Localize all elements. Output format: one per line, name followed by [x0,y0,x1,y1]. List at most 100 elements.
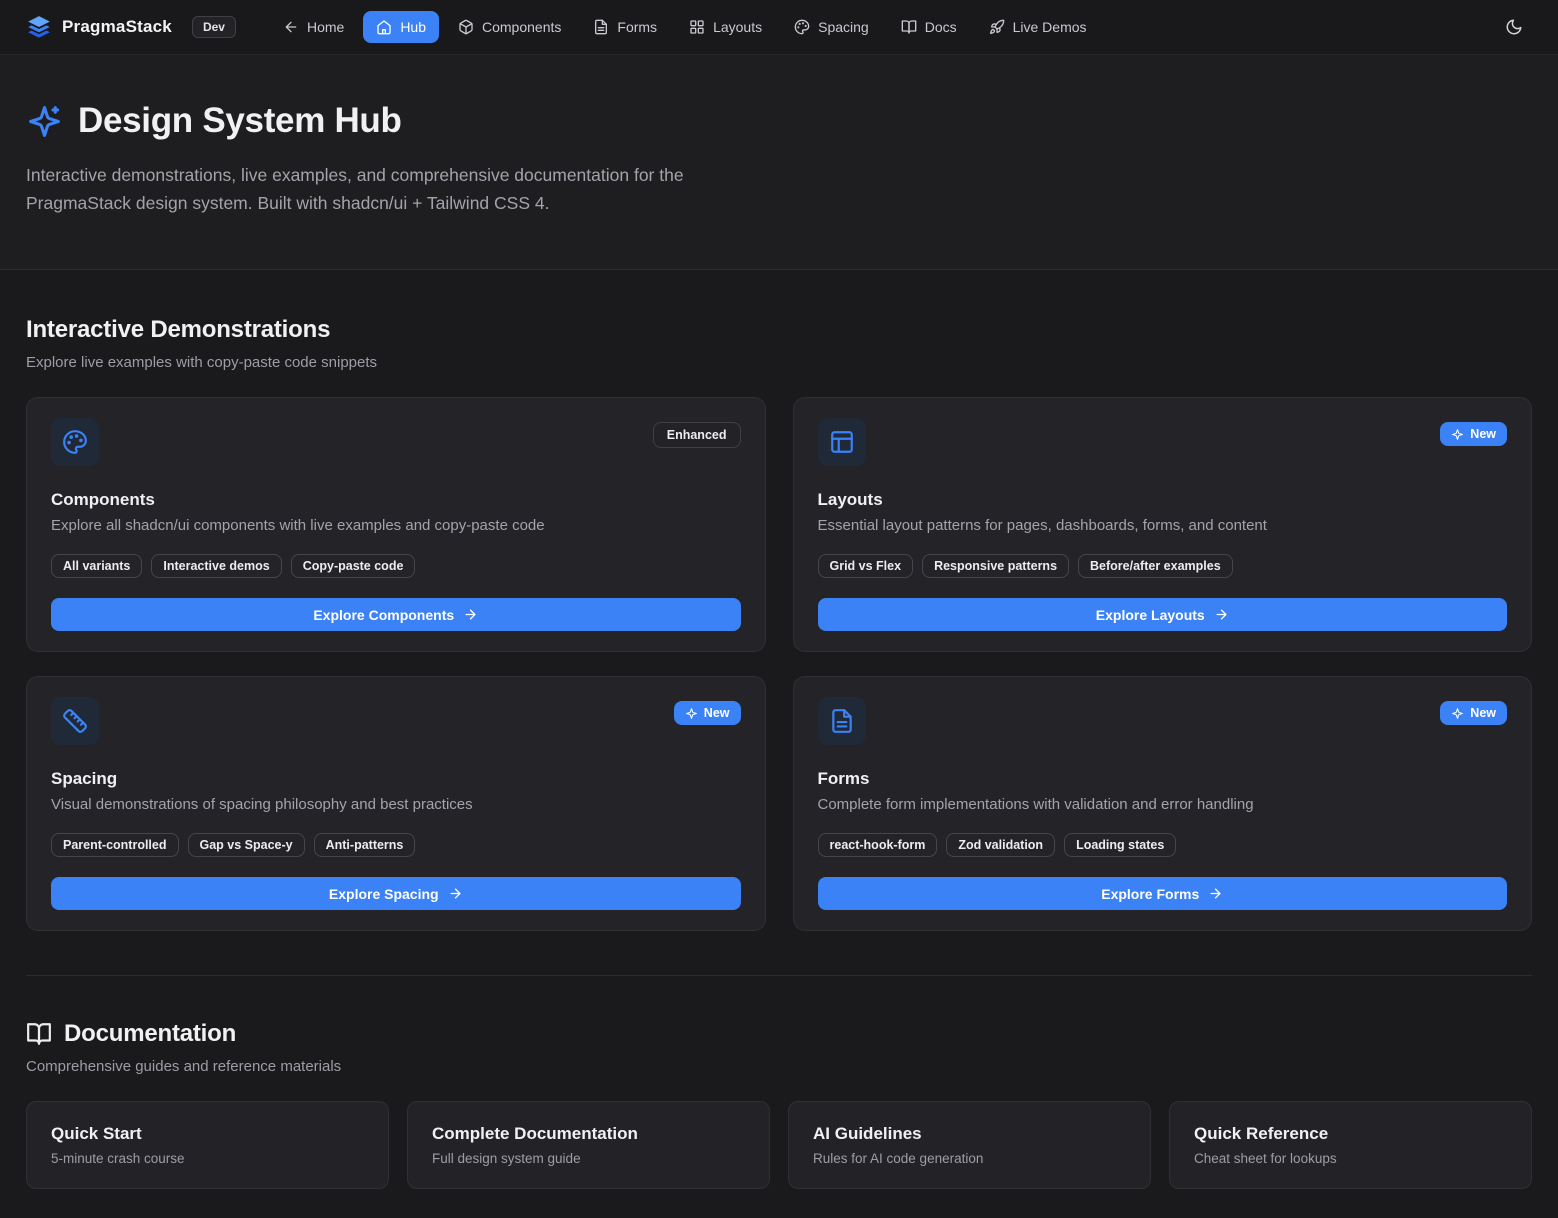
sparkles-icon [1451,707,1464,720]
nav-item-live-demos[interactable]: Live Demos [976,11,1100,43]
sparkles-icon [685,707,698,720]
layout-grid-icon [689,19,705,35]
doc-card-title: AI Guidelines [813,1124,1126,1144]
brand-name: PragmaStack [62,17,172,37]
demo-card-forms: New Forms Complete form implementations … [793,676,1533,931]
arrow-right-icon [463,607,478,622]
card-title: Layouts [818,490,1508,510]
nav-label: Layouts [713,19,762,35]
palette-icon [794,19,810,35]
card-description: Explore all shadcn/ui components with li… [51,517,741,534]
button-label: Explore Spacing [329,886,439,902]
section-divider [26,975,1532,976]
docs-section-subtitle: Comprehensive guides and reference mater… [26,1058,1532,1075]
nav-item-components[interactable]: Components [445,11,574,43]
spacing-icon-tile [51,697,99,745]
explore-components-button[interactable]: Explore Components [51,598,741,631]
docs-section-title: Documentation [64,1020,236,1048]
doc-card-quick-start[interactable]: Quick Start 5-minute crash course [26,1101,389,1189]
file-text-icon [593,19,609,35]
book-open-icon [901,19,917,35]
rocket-icon [989,19,1005,35]
card-description: Complete form implementations with valid… [818,796,1508,813]
tag-row: react-hook-form Zod validation Loading s… [818,833,1508,857]
doc-card-grid: Quick Start 5-minute crash course Comple… [26,1101,1532,1189]
nav-label: Components [482,19,561,35]
doc-card-subtitle: 5-minute crash course [51,1151,364,1166]
tag: Parent-controlled [51,833,179,857]
tag: Anti-patterns [314,833,416,857]
palette-icon [62,429,88,455]
arrow-right-icon [1208,886,1223,901]
sparkles-icon [26,103,63,140]
new-badge: New [674,701,741,725]
button-label: Explore Layouts [1096,607,1205,623]
demo-card-layouts: New Layouts Essential layout patterns fo… [793,397,1533,652]
layouts-icon-tile [818,418,866,466]
button-label: Explore Forms [1101,886,1199,902]
tag: Responsive patterns [922,554,1069,578]
components-icon-tile [51,418,99,466]
package-icon [458,19,474,35]
doc-card-ai-guidelines[interactable]: AI Guidelines Rules for AI code generati… [788,1101,1151,1189]
page-subtitle: Interactive demonstrations, live example… [26,161,771,217]
doc-card-subtitle: Cheat sheet for lookups [1194,1151,1507,1166]
tag-row: All variants Interactive demos Copy-past… [51,554,741,578]
book-open-icon [26,1021,52,1047]
demos-section-title: Interactive Demonstrations [26,316,1532,344]
tag: Zod validation [946,833,1055,857]
tag-row: Grid vs Flex Responsive patterns Before/… [818,554,1508,578]
nav-label: Docs [925,19,957,35]
tag: Grid vs Flex [818,554,914,578]
badge-label: New [704,706,730,720]
sparkles-icon [1451,428,1464,441]
doc-card-title: Quick Reference [1194,1124,1507,1144]
tag: react-hook-form [818,833,938,857]
demo-card-grid: Enhanced Components Explore all shadcn/u… [26,397,1532,931]
tag: Interactive demos [151,554,281,578]
nav-item-layouts[interactable]: Layouts [676,11,775,43]
panels-top-left-icon [829,429,855,455]
tag-row: Parent-controlled Gap vs Space-y Anti-pa… [51,833,741,857]
ruler-icon [62,708,88,734]
tag: All variants [51,554,142,578]
doc-card-subtitle: Full design system guide [432,1151,745,1166]
card-title: Components [51,490,741,510]
card-description: Essential layout patterns for pages, das… [818,517,1508,534]
hero-section: Design System Hub Interactive demonstrat… [0,55,1558,270]
layers-logo-icon [26,14,52,40]
main-content: Interactive Demonstrations Explore live … [0,270,1558,1209]
card-title: Forms [818,769,1508,789]
theme-toggle-button[interactable] [1496,9,1532,45]
brand[interactable]: PragmaStack Dev [26,14,236,40]
doc-card-quick-reference[interactable]: Quick Reference Cheat sheet for lookups [1169,1101,1532,1189]
new-badge: New [1440,422,1507,446]
nav-item-docs[interactable]: Docs [888,11,970,43]
nav-label: Forms [617,19,657,35]
dev-badge: Dev [192,16,236,38]
explore-spacing-button[interactable]: Explore Spacing [51,877,741,910]
moon-icon [1505,18,1523,36]
explore-forms-button[interactable]: Explore Forms [818,877,1508,910]
badge-label: New [1470,427,1496,441]
documentation-section: Documentation Comprehensive guides and r… [26,1020,1532,1189]
demo-card-spacing: New Spacing Visual demonstrations of spa… [26,676,766,931]
tag: Gap vs Space-y [188,833,305,857]
nav-item-forms[interactable]: Forms [580,11,670,43]
explore-layouts-button[interactable]: Explore Layouts [818,598,1508,631]
doc-card-complete-documentation[interactable]: Complete Documentation Full design syste… [407,1101,770,1189]
badge-label: New [1470,706,1496,720]
main-nav: Home Hub Components Forms Layouts Spacin… [270,11,1100,43]
page-title: Design System Hub [78,101,402,141]
new-badge: New [1440,701,1507,725]
nav-label: Live Demos [1013,19,1087,35]
nav-item-spacing[interactable]: Spacing [781,11,882,43]
card-title: Spacing [51,769,741,789]
doc-card-title: Complete Documentation [432,1124,745,1144]
file-text-icon [829,708,855,734]
nav-label: Home [307,19,344,35]
nav-item-home[interactable]: Home [270,11,357,43]
nav-item-hub[interactable]: Hub [363,11,439,43]
top-navbar: PragmaStack Dev Home Hub Components Form… [0,0,1558,55]
tag: Copy-paste code [291,554,416,578]
